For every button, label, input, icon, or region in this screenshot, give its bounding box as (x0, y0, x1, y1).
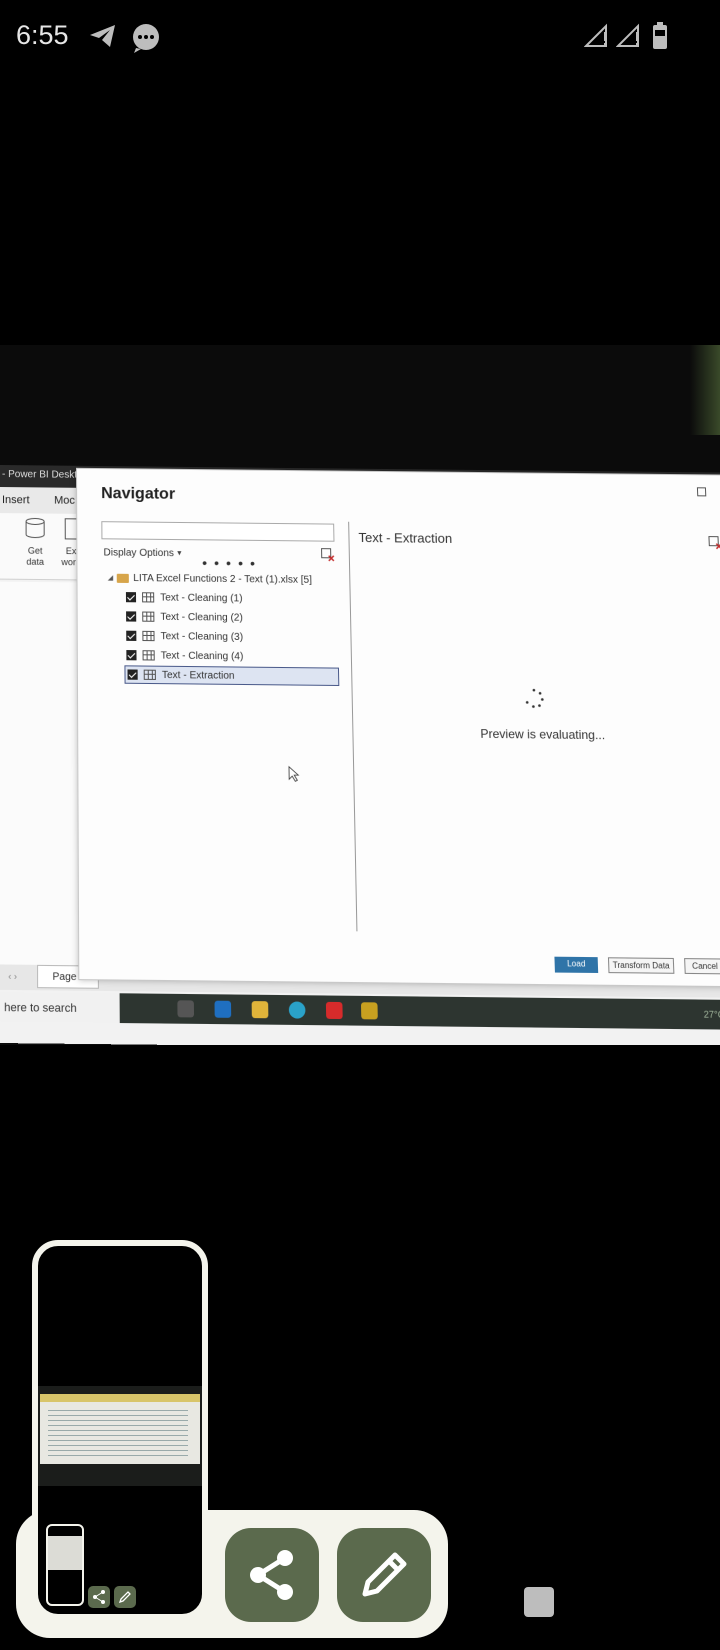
share-icon (88, 1586, 110, 1608)
file-explorer-icon[interactable] (252, 1001, 269, 1018)
get-data-button[interactable]: Get data (18, 545, 52, 568)
checkbox-icon[interactable] (126, 611, 136, 621)
checkbox-icon[interactable] (128, 669, 138, 679)
chevron-down-icon[interactable]: ▼ (176, 550, 183, 557)
tree-item-text-cleaning-2[interactable]: Text - Cleaning (2) (124, 607, 338, 628)
load-button[interactable]: Load (554, 957, 598, 973)
chat-bubble-icon (130, 22, 162, 54)
table-icon (142, 612, 154, 622)
tab-modeling[interactable]: Moc (54, 495, 75, 507)
taskbar-search[interactable]: here to search (0, 992, 120, 1023)
page-nav-arrows[interactable]: ‹ › (8, 971, 17, 982)
tree-item-text-extraction[interactable]: Text - Extraction (124, 665, 339, 686)
pencil-icon (337, 1528, 431, 1622)
mini-thumbnail-photo (48, 1536, 82, 1570)
screenshot-thumbnail[interactable] (32, 1240, 208, 1620)
checkbox-icon[interactable] (126, 650, 136, 660)
windows-taskbar: here to search 27°C He (0, 992, 720, 1030)
loading-spinner-icon (524, 688, 545, 709)
table-icon (144, 670, 156, 680)
tree-item-label: Text - Extraction (162, 669, 235, 681)
navigator-title: Navigator (101, 485, 175, 504)
cancel-button[interactable]: Cancel (684, 958, 720, 974)
maximize-icon[interactable] (697, 487, 706, 496)
tree-item-label: Text - Cleaning (4) (161, 650, 244, 662)
workbook-name: LITA Excel Functions 2 - Text (1).xlsx [… (133, 572, 312, 585)
refresh-table-icon[interactable] (321, 548, 335, 562)
loading-dots: ••••• (202, 554, 262, 571)
outlook-icon[interactable] (214, 1001, 231, 1018)
photo-background-light (690, 345, 720, 435)
database-icon[interactable] (24, 517, 46, 539)
display-options-dropdown[interactable]: Display Options (103, 547, 173, 559)
checkbox-icon[interactable] (126, 631, 136, 641)
tree-item-label: Text - Cleaning (3) (161, 631, 244, 643)
preview-status: Preview is evaluating... (480, 727, 605, 743)
share-button[interactable] (225, 1528, 319, 1622)
table-icon (142, 592, 154, 602)
taskbar-tray: 27°C He (703, 1009, 720, 1020)
power-bi-taskbar-icon[interactable] (361, 1002, 378, 1019)
tree-item-text-cleaning-3[interactable]: Text - Cleaning (3) (124, 627, 338, 648)
battery-icon (652, 22, 668, 50)
tree-item-text-cleaning-4[interactable]: Text - Cleaning (4) (124, 646, 339, 667)
task-view-icon[interactable] (177, 1000, 194, 1017)
edge-icon[interactable] (289, 1001, 306, 1018)
stop-icon[interactable] (524, 1587, 554, 1617)
transform-data-button[interactable]: Transform Data (608, 957, 674, 974)
signal-icon (616, 22, 642, 48)
table-icon (143, 650, 155, 660)
mouse-pointer-icon (288, 766, 300, 783)
mini-thumbnail[interactable] (46, 1524, 84, 1606)
navigator-search-input[interactable] (101, 521, 334, 542)
telegram-icon (88, 22, 118, 50)
pane-divider[interactable] (348, 522, 357, 932)
refresh-preview-icon[interactable] (708, 536, 720, 550)
youtube-icon[interactable] (326, 1002, 343, 1019)
laptop-screen-photo: - Power BI Deskto Insert Moc Get data Ex… (0, 345, 720, 1045)
mini-share-button[interactable] (88, 1586, 110, 1608)
preview-title: Text - Extraction (358, 530, 452, 546)
edit-button[interactable] (337, 1528, 431, 1622)
status-bar: 6:55 (0, 0, 720, 74)
tree-item-label: Text - Cleaning (2) (160, 611, 243, 623)
folder-icon (117, 573, 129, 582)
checkbox-icon[interactable] (126, 592, 136, 602)
collapse-triangle-icon[interactable]: ◢ (108, 574, 113, 582)
tree-item-text-cleaning-1[interactable]: Text - Cleaning (1) (124, 588, 338, 609)
mini-edit-button[interactable] (114, 1586, 136, 1608)
table-icon (142, 631, 154, 641)
pencil-icon (114, 1586, 136, 1608)
thumbnail-rows (48, 1406, 188, 1460)
workbook-tree-root[interactable]: ◢ LITA Excel Functions 2 - Text (1).xlsx… (108, 570, 312, 588)
status-time: 6:55 (16, 20, 69, 51)
power-bi-title: - Power BI Deskto (2, 469, 83, 481)
tab-insert[interactable]: Insert (2, 494, 30, 506)
thumbnail-photo (38, 1386, 202, 1486)
power-bi-window: - Power BI Deskto Insert Moc Get data Ex… (0, 465, 720, 1045)
share-icon (225, 1528, 319, 1622)
navigator-dialog: Navigator Display Options ▼ ••••• ◢ LITA… (76, 468, 720, 988)
thumbnail-ribbon (40, 1394, 200, 1402)
tree-item-label: Text - Cleaning (1) (160, 592, 242, 604)
signal-icon (584, 22, 610, 48)
